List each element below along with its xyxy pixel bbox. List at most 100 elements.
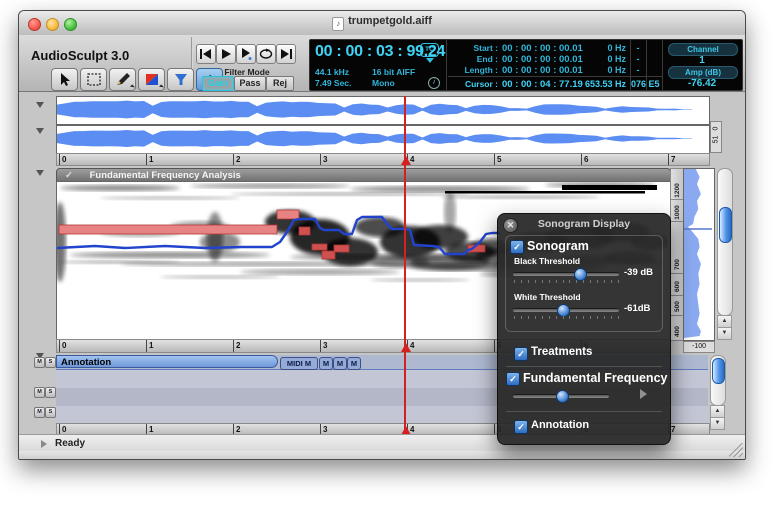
lcd-row-note: E5 (648, 79, 660, 89)
lcd-duration: 7.49 Sec. (315, 78, 352, 88)
treatments-checkbox[interactable]: ✓ (514, 347, 528, 361)
slider-thumb[interactable] (556, 390, 569, 403)
filter-gain-button[interactable]: Gain (202, 76, 234, 91)
mute-button[interactable]: M (34, 357, 45, 368)
transport-skip-to-start[interactable] (196, 44, 216, 64)
scrollbar-thumb[interactable] (712, 358, 725, 384)
sonogram-vertical-scrollbar[interactable] (717, 168, 733, 316)
slider-tick-mark (541, 280, 543, 283)
time-ruler-top[interactable]: 01234567 (56, 153, 710, 166)
white-threshold-slider[interactable] (513, 304, 619, 317)
tool-zone-button[interactable] (138, 68, 165, 91)
slider-tick-mark (618, 316, 619, 319)
collapse-sonogram-icon[interactable] (36, 170, 44, 176)
scroll-down-button[interactable]: ▼ (717, 327, 732, 340)
timecode-dropdown-icon[interactable] (426, 58, 434, 63)
status-text: Ready (55, 438, 86, 449)
transport-skip-to-end[interactable] (276, 44, 296, 64)
annotation-vertical-scrollbar[interactable] (710, 355, 726, 406)
sonogram-checkbox-label: Sonogram (527, 239, 589, 253)
filter-rej-button[interactable]: Rej (266, 76, 294, 91)
annotation-checkbox[interactable]: ✓ (514, 420, 528, 434)
cursor-marker-icon[interactable] (401, 343, 411, 352)
dropdown-indicator-icon (159, 84, 164, 90)
tool-marquee-selection-button[interactable] (80, 68, 107, 91)
ruler-second-label: 6 (581, 154, 588, 165)
frequency-tick-label: 1000 (674, 205, 681, 220)
tool-filter-funnel-button[interactable] (167, 68, 194, 91)
resize-grip[interactable] (729, 443, 743, 457)
channel-value: 1 (699, 55, 705, 66)
mute-button[interactable]: M (34, 407, 45, 418)
collapse-waveform2-icon[interactable] (36, 128, 44, 134)
ruler-second-label: 2 (233, 340, 240, 352)
transport-play-selection[interactable] (236, 44, 256, 64)
solo-button[interactable]: S (45, 357, 56, 368)
window-title: ♪ trumpetgold.aiff (19, 15, 745, 31)
ruler-second-label: 0 (59, 154, 66, 165)
tool-arrow-button[interactable] (51, 68, 78, 91)
panel-title: Sonogram Display (537, 218, 631, 230)
timecode-badge[interactable]: TC (420, 43, 439, 57)
fundamental-frequency-label: Fundamental Frequency (523, 371, 668, 385)
waveform-track-2[interactable] (56, 125, 710, 154)
slider-tick-mark (562, 280, 564, 283)
transport-loop[interactable] (256, 44, 276, 64)
slider-tick-mark (590, 280, 592, 283)
slider-tick-mark (597, 316, 599, 319)
panel-divider (506, 411, 662, 412)
cursor-marker-icon[interactable] (401, 156, 411, 165)
slider-ticks (514, 280, 619, 284)
playback-cursor-line[interactable] (404, 96, 406, 434)
mute-button[interactable]: M (34, 387, 45, 398)
annotation-chip[interactable]: MIDI M (280, 357, 318, 370)
white-threshold-value: -61dB (624, 303, 651, 314)
slider-tick-mark (514, 316, 515, 319)
scrollbar-thumb[interactable] (719, 207, 732, 243)
tool-pencil-button[interactable] (109, 68, 136, 91)
treatment-region (298, 226, 311, 236)
status-disclosure-icon[interactable] (41, 440, 47, 448)
lcd-display: 00 : 00 : 03 : 99.24 TC 44.1 kHz 16 bit … (309, 39, 743, 91)
slider-tick-mark (541, 316, 543, 319)
fundamental-frequency-slider[interactable] (513, 390, 609, 403)
annotation-chip[interactable]: M (333, 357, 347, 370)
lcd-row-label: Start : (473, 43, 498, 53)
solo-button[interactable]: S (45, 407, 56, 418)
fundamental-frequency-checkbox[interactable]: ✓ (506, 372, 520, 386)
black-threshold-slider[interactable] (513, 268, 619, 281)
info-icon[interactable]: i (428, 77, 440, 89)
lcd-channels: Mono (372, 78, 395, 88)
annotation-chip[interactable]: M (347, 357, 361, 370)
annotation-scroll-down-button[interactable]: ▼ (710, 417, 725, 430)
frequency-tick-label: 400 (674, 326, 681, 337)
audio-file-icon: ♪ (332, 17, 345, 31)
annotation-region-bar[interactable]: Annotation (56, 355, 278, 368)
sonogram-display-panel[interactable]: ✕ Sonogram Display ✓ Sonogram Black Thre… (497, 213, 671, 445)
transport-play[interactable] (216, 44, 236, 64)
ruler-second-label: 3 (320, 154, 327, 165)
window-bottom-edge (19, 451, 745, 459)
slider-tick-mark (569, 316, 571, 319)
lcd-row-hz: 0 Hz (607, 43, 626, 53)
slider-tick-mark (611, 280, 613, 283)
lcd-row-extra: - (636, 43, 640, 53)
sonogram-checkbox[interactable]: ✓ (510, 240, 524, 254)
lcd-row-hz: 0 Hz (607, 54, 626, 64)
treatment-region (276, 209, 300, 220)
slider-tick-mark (569, 280, 571, 283)
slider-tick-mark (576, 280, 578, 283)
slider-tick-mark (555, 280, 557, 283)
slider-tick-mark (611, 316, 613, 319)
ruler-second-label: 1 (146, 340, 153, 352)
fundamental-more-arrow-icon[interactable] (640, 389, 647, 399)
collapse-waveform1-icon[interactable] (36, 102, 44, 108)
filter-pass-button[interactable]: Pass (234, 76, 266, 91)
lcd-row-hz: 653.53 Hz (584, 79, 626, 89)
lcd-divider (448, 76, 662, 77)
annotation-chip[interactable]: M (319, 357, 333, 370)
solo-button[interactable]: S (45, 387, 56, 398)
waveform-track-1[interactable] (56, 96, 710, 125)
spectrum-display[interactable] (683, 168, 715, 341)
title-bar[interactable]: ♪ trumpetgold.aiff (19, 11, 745, 36)
